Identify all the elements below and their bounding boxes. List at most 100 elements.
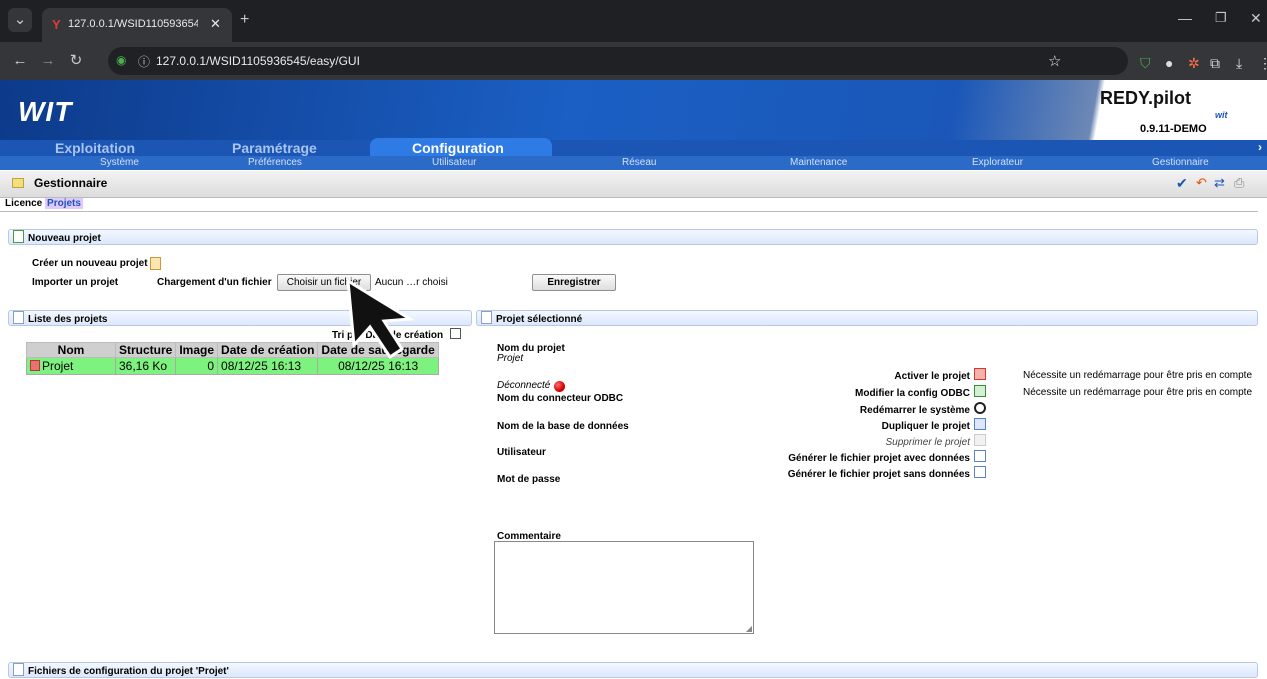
table-row[interactable]: Projet 36,16 Ko 0 08/12/25 16:13 08/12/2…	[26, 357, 439, 375]
load-file-label: Chargement d'un fichier	[157, 277, 272, 288]
submenu-reseau[interactable]: Réseau	[622, 156, 656, 170]
extensions-puzzle-icon[interactable]: ⧉	[1210, 55, 1220, 72]
comment-textarea[interactable]: ◢	[494, 541, 754, 634]
redy-pilot-logo: REDY.pilot	[1100, 88, 1192, 108]
selected-project-header: Projet sélectionné	[476, 310, 1258, 326]
page-toolbar: Gestionnaire ✔ ↶ ⇄ ⎙	[0, 171, 1267, 198]
row-name: Projet	[42, 359, 74, 373]
main-menu: Exploitation Paramétrage Configuration ›	[0, 138, 1267, 156]
create-project-label: Créer un nouveau projet	[32, 258, 148, 269]
page-tabs: Licence Projets	[5, 198, 83, 211]
logo-sub: wit	[1215, 110, 1228, 120]
row-structure: 36,16 Ko	[114, 357, 177, 375]
new-project-header: Nouveau projet	[8, 229, 1258, 245]
col-date-creation[interactable]: Date de création	[217, 342, 319, 358]
col-nom[interactable]: Nom	[26, 342, 116, 358]
project-file-icon	[30, 360, 40, 371]
refresh-icon[interactable]: ⇄	[1214, 175, 1225, 191]
project-name-value: Projet	[497, 353, 524, 364]
duplicate-icon	[974, 418, 986, 430]
save-button[interactable]: Enregistrer	[532, 274, 616, 291]
address-bar[interactable]: ◉ ⓘ 127.0.0.1/WSID1105936545/easy/GUI ☆	[108, 47, 1128, 75]
restart-system-action[interactable]: Redémarrer le système	[766, 402, 986, 416]
tab-close-icon[interactable]: ✕	[210, 16, 221, 32]
submenu-preferences[interactable]: Préférences	[248, 156, 302, 170]
submenu-maintenance[interactable]: Maintenance	[790, 156, 847, 170]
import-project-label: Importer un projet	[32, 277, 119, 288]
favicon-icon: Y	[52, 17, 61, 32]
manager-icon	[12, 178, 24, 188]
generate-without-data-action[interactable]: Générer le fichier projet sans données	[766, 466, 986, 480]
col-image[interactable]: Image	[175, 342, 219, 358]
activate-restart-note: Nécessite un redémarrage pour être pris …	[1023, 370, 1253, 381]
status-disconnected-icon	[554, 381, 565, 392]
odbc-label: Nom du connecteur ODBC	[497, 393, 624, 404]
forward-icon[interactable]: →	[36, 47, 60, 75]
activate-project-action[interactable]: Activer le projet	[766, 368, 986, 382]
row-saved: 08/12/25 16:13	[317, 357, 439, 375]
download-icon[interactable]: ⤓	[1236, 55, 1242, 72]
create-project-icon[interactable]	[150, 257, 161, 270]
duplicate-project-action[interactable]: Dupliquer le projet	[766, 418, 986, 432]
bookmark-star-icon[interactable]: ☆	[1048, 52, 1061, 70]
extension-orange-icon[interactable]: ✲	[1188, 55, 1200, 72]
sort-checkbox[interactable]	[450, 328, 461, 339]
undo-icon[interactable]: ↶	[1196, 175, 1207, 191]
odbc-restart-note: Nécessite un redémarrage pour être pris …	[1023, 387, 1253, 398]
menu-configuration-tab[interactable]: Configuration	[370, 138, 552, 156]
print-icon[interactable]: ⎙	[1234, 175, 1244, 191]
generate-with-data-icon	[974, 450, 986, 462]
config-files-icon	[13, 663, 24, 676]
list-icon	[13, 311, 24, 324]
menu-configuration: Configuration	[412, 140, 504, 156]
mouse-cursor-icon	[346, 278, 415, 360]
generate-without-data-icon	[974, 466, 986, 478]
submenu-systeme[interactable]: Système	[100, 156, 139, 170]
browser-tab-bar: ⌄ Y 127.0.0.1/WSID1105936545/ea ✕ + — ❐ …	[0, 0, 1267, 42]
restart-icon	[974, 402, 986, 414]
tab-title: 127.0.0.1/WSID1105936545/ea	[68, 18, 198, 30]
tabs-divider	[0, 211, 1258, 212]
extension-shield-icon[interactable]: ⛉	[1140, 55, 1151, 72]
delete-project-action[interactable]: Supprimer le projet	[766, 434, 986, 448]
user-label: Utilisateur	[497, 447, 546, 458]
password-label: Mot de passe	[497, 474, 561, 485]
browser-menu-icon[interactable]: ⋮	[1258, 55, 1267, 72]
window-close-icon[interactable]: ✕	[1250, 10, 1262, 27]
generate-with-data-action[interactable]: Générer le fichier projet avec données	[766, 450, 986, 464]
wit-logo: WIT	[18, 96, 73, 127]
browser-tab[interactable]: Y 127.0.0.1/WSID1105936545/ea ✕	[42, 8, 232, 42]
app-banner: WIT REDY.pilot wit 0.9.11-DEMO	[0, 80, 1267, 140]
db-name-label: Nom de la base de données	[497, 421, 629, 432]
tab-projets[interactable]: Projets	[45, 198, 83, 209]
activate-icon	[974, 368, 986, 380]
odbc-config-icon	[974, 385, 986, 397]
delete-icon	[974, 434, 986, 446]
page-title: Gestionnaire	[34, 176, 108, 190]
resize-handle-icon[interactable]: ◢	[746, 624, 752, 633]
submenu-gestionnaire[interactable]: Gestionnaire	[1152, 156, 1209, 170]
modify-odbc-action[interactable]: Modifier la config ODBC	[766, 385, 986, 399]
url-text: 127.0.0.1/WSID1105936545/easy/GUI	[156, 54, 360, 68]
extension-icon[interactable]: ●	[1165, 55, 1173, 71]
submenu-explorateur[interactable]: Explorateur	[972, 156, 1023, 170]
status-text: Déconnecté	[497, 380, 551, 391]
back-icon[interactable]: ←	[8, 47, 32, 75]
submenu-utilisateur[interactable]: Utilisateur	[432, 156, 476, 170]
minimize-icon[interactable]: —	[1178, 10, 1192, 26]
site-info-icon[interactable]: ⓘ	[138, 53, 150, 70]
reload-icon[interactable]: ↻	[64, 47, 88, 75]
menu-parametrage[interactable]: Paramétrage	[232, 140, 317, 156]
validate-icon[interactable]: ✔	[1176, 175, 1188, 192]
tab-licence[interactable]: Licence	[5, 198, 42, 209]
menu-exploitation[interactable]: Exploitation	[55, 140, 135, 156]
tab-search-icon[interactable]: ⌄	[8, 8, 32, 32]
sub-menu: Système Préférences Utilisateur Réseau M…	[0, 156, 1267, 170]
restore-icon[interactable]: ❐	[1215, 10, 1227, 26]
new-tab-icon[interactable]: +	[240, 11, 249, 29]
col-structure[interactable]: Structure	[114, 342, 177, 358]
row-created: 08/12/25 16:13	[217, 357, 319, 375]
shield-icon: ◉	[116, 53, 127, 67]
menu-scroll-icon[interactable]: ›	[1258, 140, 1262, 154]
row-image: 0	[175, 357, 219, 375]
